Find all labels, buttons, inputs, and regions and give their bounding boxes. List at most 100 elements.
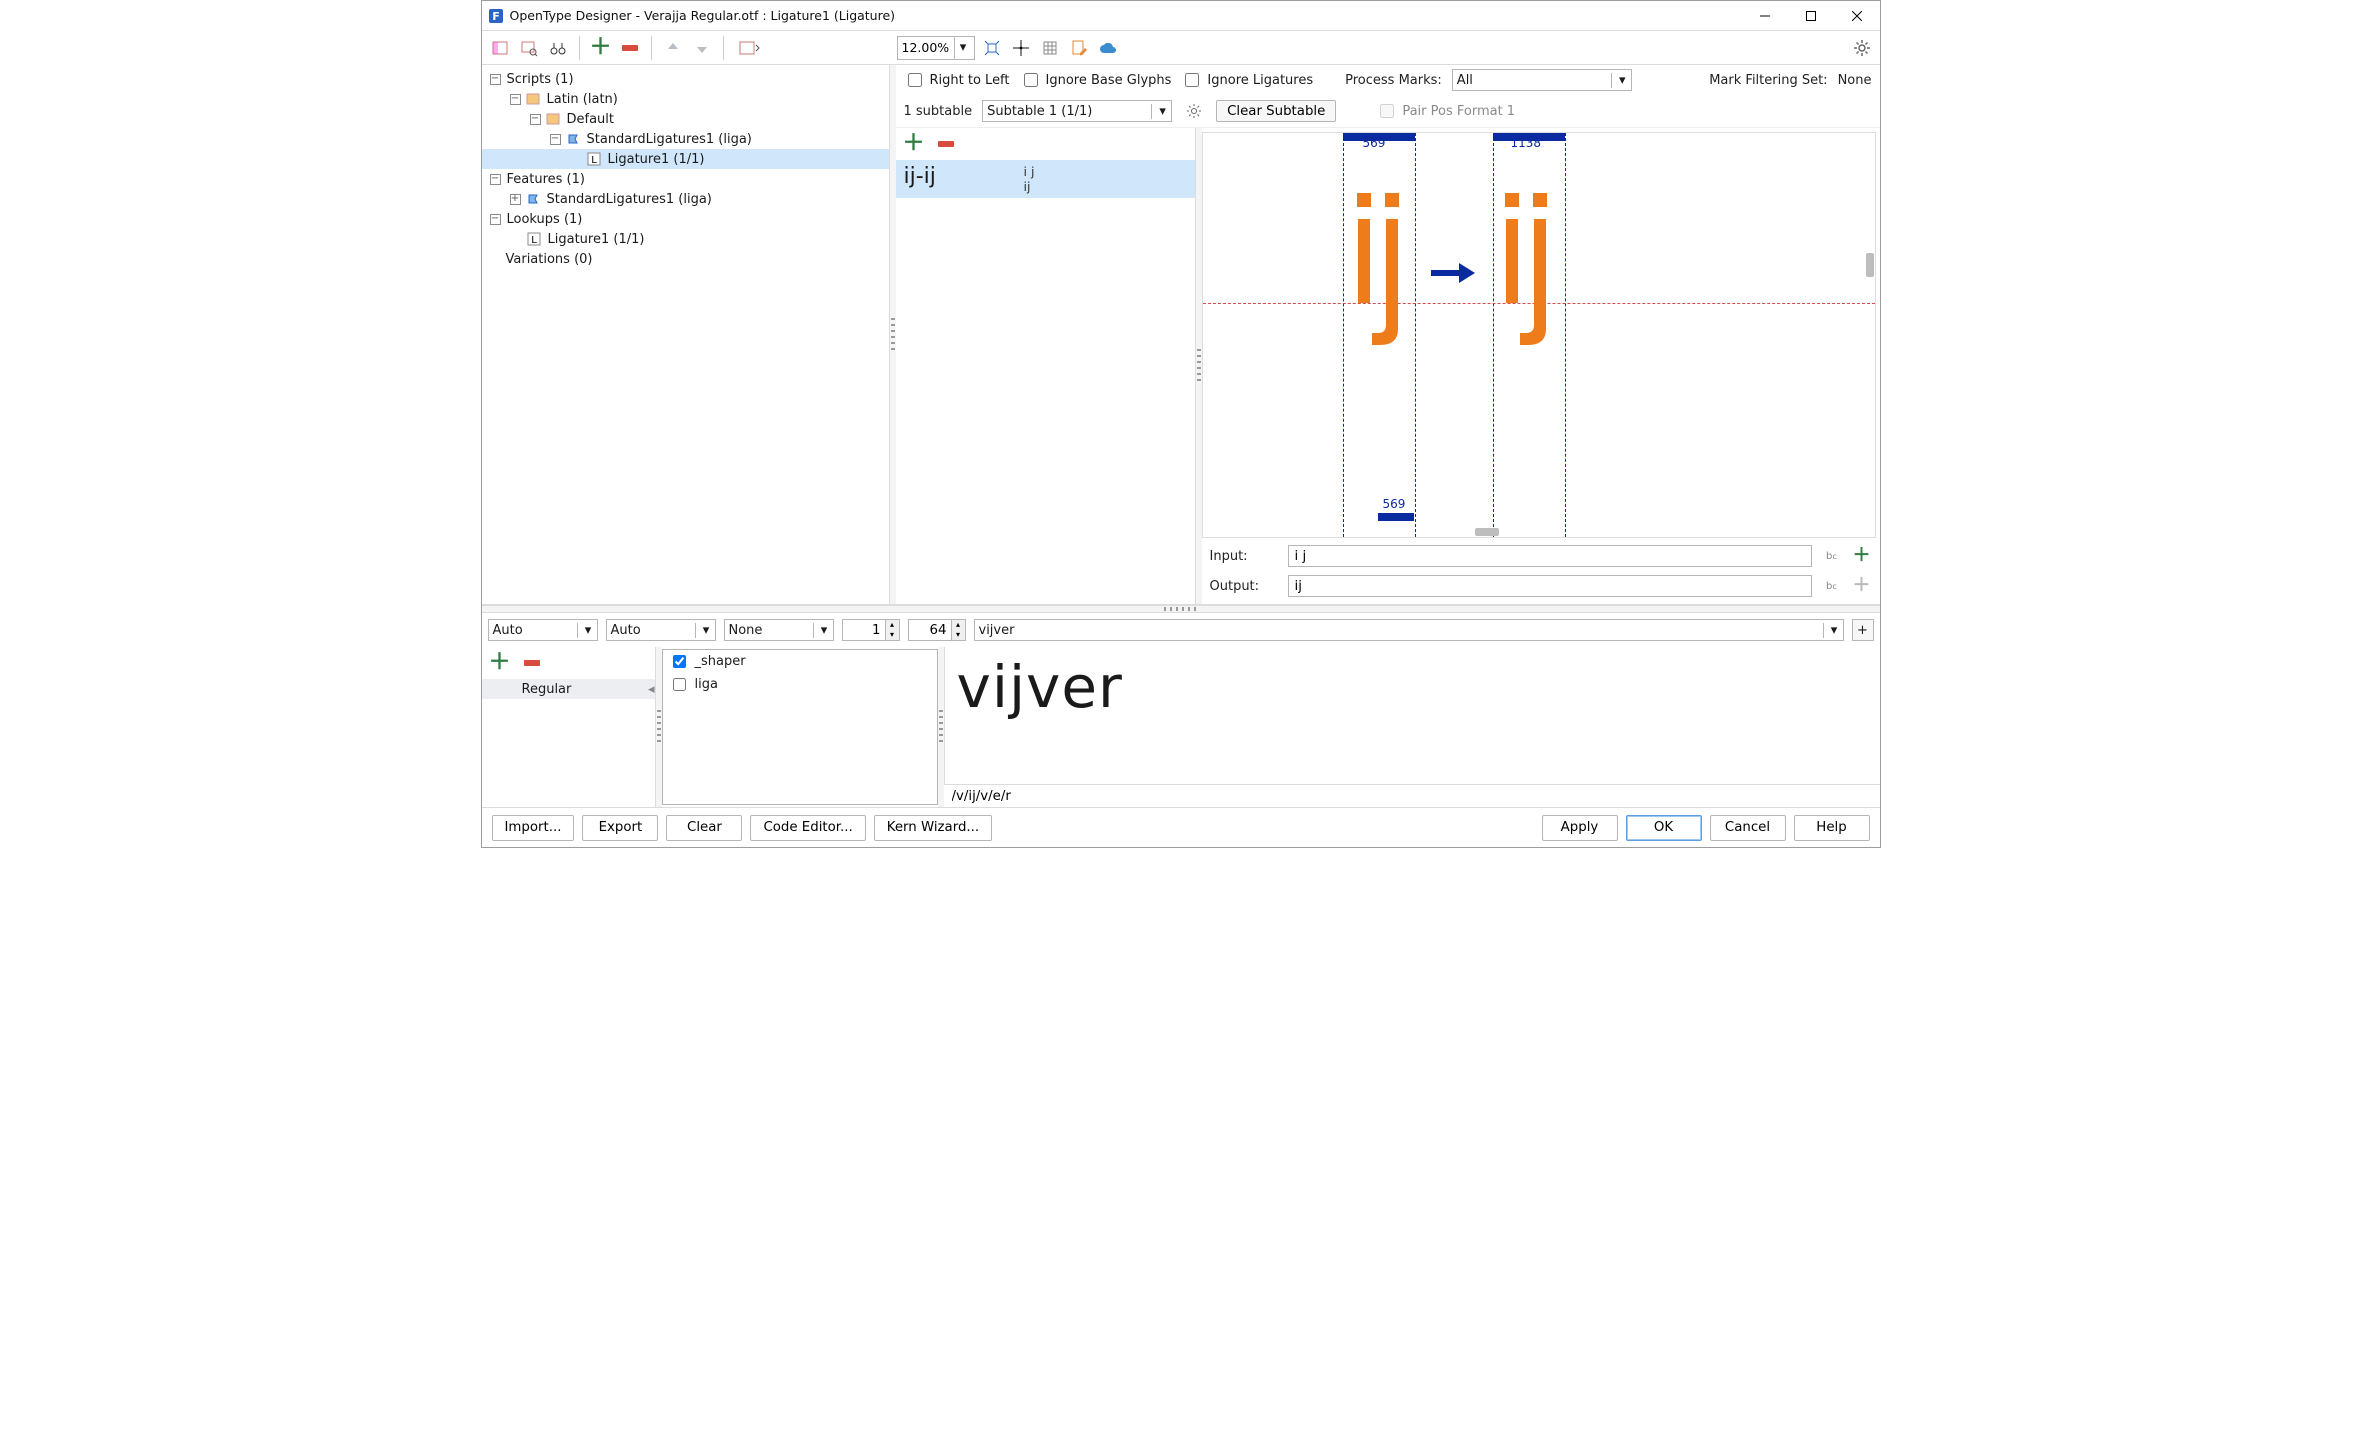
spin-down[interactable]: ▾ bbox=[951, 630, 965, 640]
substitution-values: i j ij bbox=[1024, 164, 1187, 194]
input-label: Input: bbox=[1210, 549, 1280, 564]
tree-lookups[interactable]: −Lookups (1) bbox=[482, 209, 889, 229]
binoculars-icon[interactable] bbox=[546, 36, 570, 60]
tree-ligature-selected[interactable]: LLigature1 (1/1) bbox=[482, 149, 889, 169]
sample-text: vijver bbox=[945, 647, 1880, 727]
lookup-icon: L bbox=[526, 231, 542, 247]
process-marks-combo[interactable]: All▾ bbox=[1452, 69, 1632, 91]
input-add-button[interactable]: ＋ bbox=[1850, 544, 1874, 568]
tree-scripts[interactable]: −Scripts (1) bbox=[482, 69, 889, 89]
metric-top-right: 1138 bbox=[1511, 136, 1542, 150]
substitution-row[interactable]: ij-ij i j ij bbox=[896, 160, 1195, 198]
spin-up[interactable]: ▴ bbox=[951, 620, 965, 630]
code-editor-button[interactable]: Code Editor... bbox=[750, 815, 865, 841]
clear-subtable-button[interactable]: Clear Subtable bbox=[1216, 100, 1336, 122]
spin-up[interactable]: ▴ bbox=[885, 620, 899, 630]
app-window: F OpenType Designer - Verajja Regular.ot… bbox=[481, 0, 1881, 848]
script-icon bbox=[525, 91, 541, 107]
input-class-icon[interactable]: bc bbox=[1820, 544, 1844, 568]
chevron-down-icon: ▾ bbox=[1151, 104, 1167, 119]
move-down-button[interactable] bbox=[690, 36, 714, 60]
window-buttons bbox=[1742, 1, 1880, 30]
master-add-button[interactable]: ＋ bbox=[488, 651, 512, 675]
mark-filter-label: Mark Filtering Set: bbox=[1709, 73, 1827, 88]
edit-page-icon[interactable] bbox=[1067, 36, 1091, 60]
tree-default[interactable]: −Default bbox=[482, 109, 889, 129]
import-button[interactable]: Import... bbox=[492, 815, 575, 841]
pair-pos-checkbox: Pair Pos Format 1 bbox=[1376, 101, 1515, 121]
feature-icon bbox=[525, 191, 541, 207]
master-row-regular[interactable]: Regular◂ bbox=[482, 679, 655, 699]
lang-icon bbox=[545, 111, 561, 127]
subtable-row: 1 subtable Subtable 1 (1/1)▾ Clear Subta… bbox=[896, 95, 1880, 127]
master-remove-button[interactable] bbox=[520, 651, 544, 675]
close-button[interactable] bbox=[1834, 1, 1880, 30]
add-button[interactable]: ＋ bbox=[589, 36, 613, 60]
tree-panel: −Scripts (1) −Latin (latn) −Default −Sta… bbox=[482, 65, 890, 604]
main-toolbar: ＋ ▾ bbox=[482, 31, 1880, 65]
combo-auto-1[interactable]: Auto▾ bbox=[488, 619, 598, 641]
panel-menu-icon[interactable] bbox=[733, 36, 767, 60]
ok-button[interactable]: OK bbox=[1626, 815, 1702, 841]
grid-icon[interactable] bbox=[1038, 36, 1062, 60]
clear-button[interactable]: Clear bbox=[666, 815, 742, 841]
zoom-input[interactable] bbox=[898, 37, 954, 59]
output-row: Output: bc ＋ bbox=[1202, 574, 1880, 604]
cancel-button[interactable]: Cancel bbox=[1710, 815, 1786, 841]
subtable-combo[interactable]: Subtable 1 (1/1)▾ bbox=[982, 100, 1172, 122]
ignore-ligatures-checkbox[interactable]: Ignore Ligatures bbox=[1181, 70, 1313, 90]
tree-latin[interactable]: −Latin (latn) bbox=[482, 89, 889, 109]
output-class-icon[interactable]: bc bbox=[1820, 574, 1844, 598]
metric-bottom: 569 bbox=[1383, 497, 1406, 511]
sample-add-button[interactable]: + bbox=[1852, 619, 1874, 641]
input-field[interactable] bbox=[1288, 545, 1812, 567]
zoom-combo[interactable]: ▾ bbox=[897, 36, 975, 60]
preview-hscroll[interactable] bbox=[1203, 527, 1875, 537]
svg-text:F: F bbox=[492, 10, 500, 23]
sub-add-button[interactable]: ＋ bbox=[902, 132, 926, 156]
help-button[interactable]: Help bbox=[1794, 815, 1870, 841]
cloud-icon[interactable] bbox=[1096, 36, 1120, 60]
tree-variations[interactable]: Variations (0) bbox=[482, 249, 889, 269]
minimize-button[interactable] bbox=[1742, 1, 1788, 30]
fit-icon[interactable] bbox=[980, 36, 1004, 60]
tree-stdlig-2[interactable]: +StandardLigatures1 (liga) bbox=[482, 189, 889, 209]
export-button[interactable]: Export bbox=[582, 815, 658, 841]
sample-path-input[interactable] bbox=[944, 785, 1880, 807]
ignore-base-checkbox[interactable]: Ignore Base Glyphs bbox=[1020, 70, 1172, 90]
spin-1[interactable]: ▴▾ bbox=[842, 619, 900, 641]
subtable-gear-icon[interactable] bbox=[1182, 99, 1206, 123]
spin-2[interactable]: ▴▾ bbox=[908, 619, 966, 641]
panel-search-icon[interactable] bbox=[517, 36, 541, 60]
sample-combo[interactable]: vijver▾ bbox=[974, 619, 1844, 641]
horizontal-splitter[interactable] bbox=[482, 605, 1880, 613]
metric-top-left: 569 bbox=[1363, 136, 1386, 150]
footer: Import... Export Clear Code Editor... Ke… bbox=[482, 807, 1880, 847]
sub-remove-button[interactable] bbox=[934, 132, 958, 156]
spin-down[interactable]: ▾ bbox=[885, 630, 899, 640]
glyph-preview[interactable]: 569 1138 bbox=[1202, 132, 1876, 538]
combo-none[interactable]: None▾ bbox=[724, 619, 834, 641]
chevron-down-icon[interactable]: ▾ bbox=[954, 37, 972, 59]
feature-liga[interactable]: liga bbox=[663, 673, 937, 696]
crosshair-icon[interactable] bbox=[1009, 36, 1033, 60]
feature-shaper[interactable]: _shaper bbox=[663, 650, 937, 673]
tree-stdlig-1[interactable]: −StandardLigatures1 (liga) bbox=[482, 129, 889, 149]
remove-button[interactable] bbox=[618, 36, 642, 60]
combo-auto-2[interactable]: Auto▾ bbox=[606, 619, 716, 641]
output-field[interactable] bbox=[1288, 575, 1812, 597]
tree-features[interactable]: −Features (1) bbox=[482, 169, 889, 189]
move-up-button[interactable] bbox=[661, 36, 685, 60]
right-panel: Right to Left Ignore Base Glyphs Ignore … bbox=[896, 65, 1880, 604]
master-list: ＋ Regular◂ bbox=[482, 647, 656, 807]
apply-button[interactable]: Apply bbox=[1542, 815, 1618, 841]
maximize-button[interactable] bbox=[1788, 1, 1834, 30]
preview-vscroll[interactable] bbox=[1865, 133, 1875, 527]
gear-icon[interactable] bbox=[1850, 36, 1874, 60]
kern-wizard-button[interactable]: Kern Wizard... bbox=[874, 815, 992, 841]
rtl-checkbox[interactable]: Right to Left bbox=[904, 70, 1010, 90]
process-marks-label: Process Marks: bbox=[1345, 73, 1442, 88]
tree-ligature-2[interactable]: LLigature1 (1/1) bbox=[482, 229, 889, 249]
feature-icon bbox=[565, 131, 581, 147]
panel-icon-1[interactable] bbox=[488, 36, 512, 60]
